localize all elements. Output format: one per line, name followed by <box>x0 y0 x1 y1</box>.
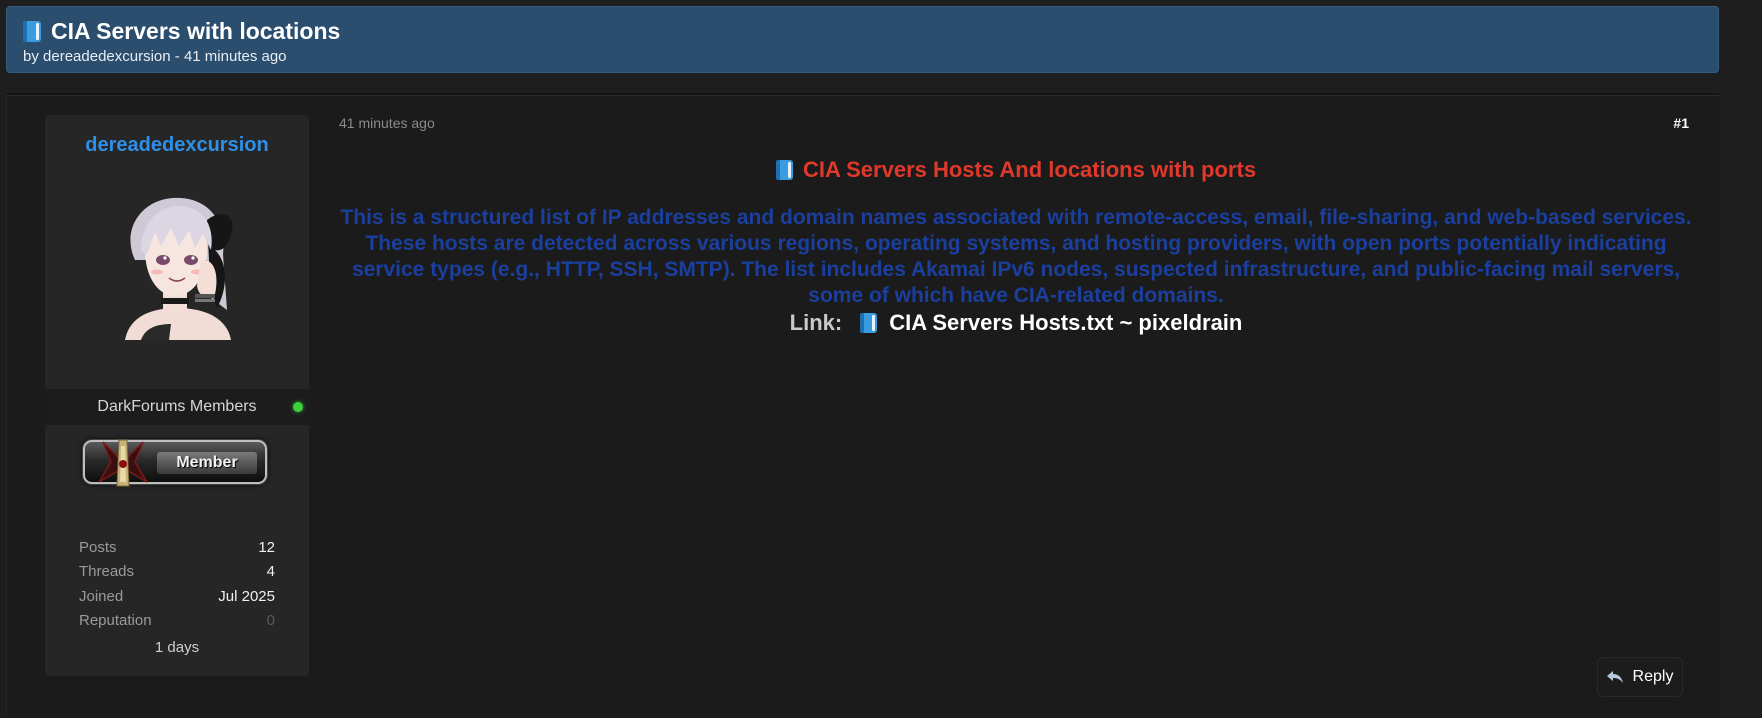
thread-time-ago: 41 minutes ago <box>183 48 287 65</box>
post: dereadedexcursion DarkForums Members Mem… <box>6 93 1719 718</box>
rank-emblem-icon <box>98 439 148 487</box>
post-date: 41 minutes ago <box>339 115 435 131</box>
thread-header: CIA Servers with locations by dereadedex… <box>6 6 1719 73</box>
stat-label: Posts <box>79 538 117 556</box>
stat-row-posts: Posts 12 <box>79 535 275 560</box>
stat-value[interactable]: 0 <box>267 612 275 629</box>
thread-title-row: CIA Servers with locations <box>23 17 1702 45</box>
post-number-link[interactable]: #1 <box>1673 115 1689 131</box>
thread-by-prefix: by <box>23 48 39 65</box>
thread-meta: by dereadedexcursion - 41 minutes ago <box>23 48 1702 65</box>
usergroup-bar: DarkForums Members <box>45 389 309 425</box>
link-label: Link: <box>789 309 843 335</box>
stat-value: Jul 2025 <box>218 587 275 605</box>
stat-row-threads: Threads 4 <box>79 560 275 585</box>
post-heading-text: CIA Servers Hosts And locations with por… <box>802 157 1257 182</box>
post-paragraph: This is a structured list of IP addresse… <box>340 206 1692 307</box>
rank-badge-label: Member <box>157 452 257 474</box>
author-stats: Posts 12 Threads 4 Joined Jul 2025 Reput… <box>79 535 275 659</box>
reply-label: Reply <box>1632 668 1674 685</box>
stat-label: Reputation <box>79 612 152 630</box>
usergroup-label: DarkForums Members <box>97 398 257 415</box>
stat-label: Threads <box>79 563 135 581</box>
book-icon <box>860 312 878 333</box>
thread-meta-separator: - <box>174 48 180 65</box>
stat-extra: 1 days <box>154 638 200 656</box>
author-username-link[interactable]: dereadedexcursion <box>45 134 309 157</box>
thread-author-link[interactable]: dereadedexcursion <box>43 48 171 65</box>
rank-badge: Member <box>83 439 267 487</box>
thread-page: CIA Servers with locations by dereadedex… <box>0 0 1762 718</box>
reply-arrow-icon <box>1606 671 1623 683</box>
reply-button[interactable]: Reply <box>1597 657 1683 697</box>
book-icon <box>23 20 41 42</box>
author-card: dereadedexcursion DarkForums Members Mem… <box>45 115 309 676</box>
post-body: CIA Servers Hosts And locations with por… <box>339 155 1693 336</box>
stat-row-reputation: Reputation 0 <box>79 609 275 634</box>
stat-value: 4 <box>266 563 275 581</box>
stat-label: Joined <box>79 587 124 605</box>
avatar[interactable] <box>111 190 243 340</box>
post-heading: CIA Servers Hosts And locations with por… <box>339 155 1693 185</box>
download-link[interactable]: CIA Servers Hosts.txt ~ pixeldrain <box>889 310 1242 336</box>
stat-row-joined: Joined Jul 2025 <box>79 584 275 609</box>
post-link-row: Link: CIA Servers Hosts.txt ~ pixeldrain <box>339 309 1693 336</box>
online-status-icon <box>293 402 303 412</box>
thread-title: CIA Servers with locations <box>51 17 341 44</box>
stat-value: 12 <box>258 538 275 556</box>
book-icon <box>775 160 793 180</box>
